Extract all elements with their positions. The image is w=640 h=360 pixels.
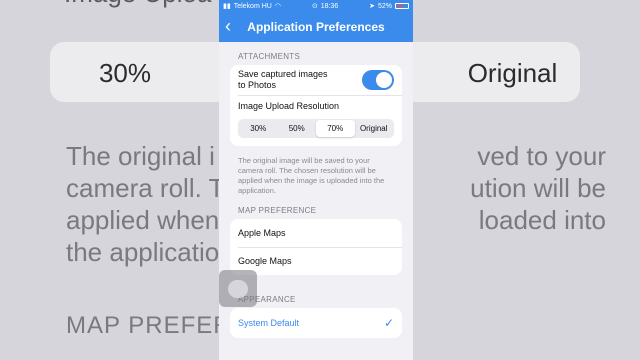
map-option-label: Google Maps xyxy=(238,256,292,266)
location-icon: ➤ xyxy=(369,3,375,10)
checkmark-icon: ✓ xyxy=(383,316,394,330)
page-title: Application Preferences xyxy=(247,20,385,34)
bg-title: Image Uploa xyxy=(64,0,211,9)
lock-rotation-icon: ⊙ xyxy=(311,3,318,10)
signal-icon: ▮▮ xyxy=(223,3,231,10)
appearance-group: System Default ✓ xyxy=(230,308,402,338)
resolution-label-row: Image Upload Resolution xyxy=(230,95,402,117)
attachments-group: Save captured images to Photos Image Upl… xyxy=(230,65,402,146)
section-header-attachments: ATTACHMENTS xyxy=(238,52,301,61)
bg-segment-first: 30% xyxy=(98,57,152,88)
map-option-label: Apple Maps xyxy=(238,228,286,238)
bg-segment-last: Original xyxy=(467,57,558,88)
resolution-segmented-control: 30% 50% 70% Original xyxy=(238,119,394,138)
segment-30[interactable]: 30% xyxy=(239,120,278,137)
bg-map-header: MAP PREFER xyxy=(66,312,232,339)
battery-icon xyxy=(395,3,409,9)
save-to-photos-toggle[interactable] xyxy=(362,70,394,90)
segment-50[interactable]: 50% xyxy=(278,120,317,137)
section-header-map: MAP PREFERENCE xyxy=(238,206,317,215)
map-group: Apple Maps Google Maps xyxy=(230,219,402,275)
status-time: 18:36 xyxy=(320,2,339,10)
map-option-google[interactable]: Google Maps xyxy=(230,247,402,275)
appearance-option-system-default[interactable]: System Default ✓ xyxy=(230,308,402,338)
map-option-apple[interactable]: Apple Maps xyxy=(230,219,402,247)
carrier: Telekom HU xyxy=(233,2,272,10)
appearance-option-label: System Default xyxy=(238,318,300,328)
segment-70[interactable]: 70% xyxy=(316,120,355,137)
battery-percent: 52% xyxy=(377,2,392,10)
status-bar: ▮▮ Telekom HU ◠ ⊙ 18:36 ➤ 52% xyxy=(219,0,413,12)
resolution-note: The original image will be saved to your… xyxy=(238,156,385,195)
resolution-label: Image Upload Resolution xyxy=(238,101,340,111)
touch-indicator xyxy=(219,270,257,307)
section-header-appearance: APPEARANCE xyxy=(238,295,296,304)
save-to-photos-row[interactable]: Save captured images to Photos xyxy=(230,65,402,95)
segment-original[interactable]: Original xyxy=(355,120,394,137)
save-to-photos-label: Save captured images to Photos xyxy=(238,69,328,90)
nav-bar: ‹ Application Preferences xyxy=(219,12,413,42)
wifi-icon: ◠ xyxy=(274,3,281,10)
chevron-left-icon[interactable]: ‹ xyxy=(225,15,231,37)
